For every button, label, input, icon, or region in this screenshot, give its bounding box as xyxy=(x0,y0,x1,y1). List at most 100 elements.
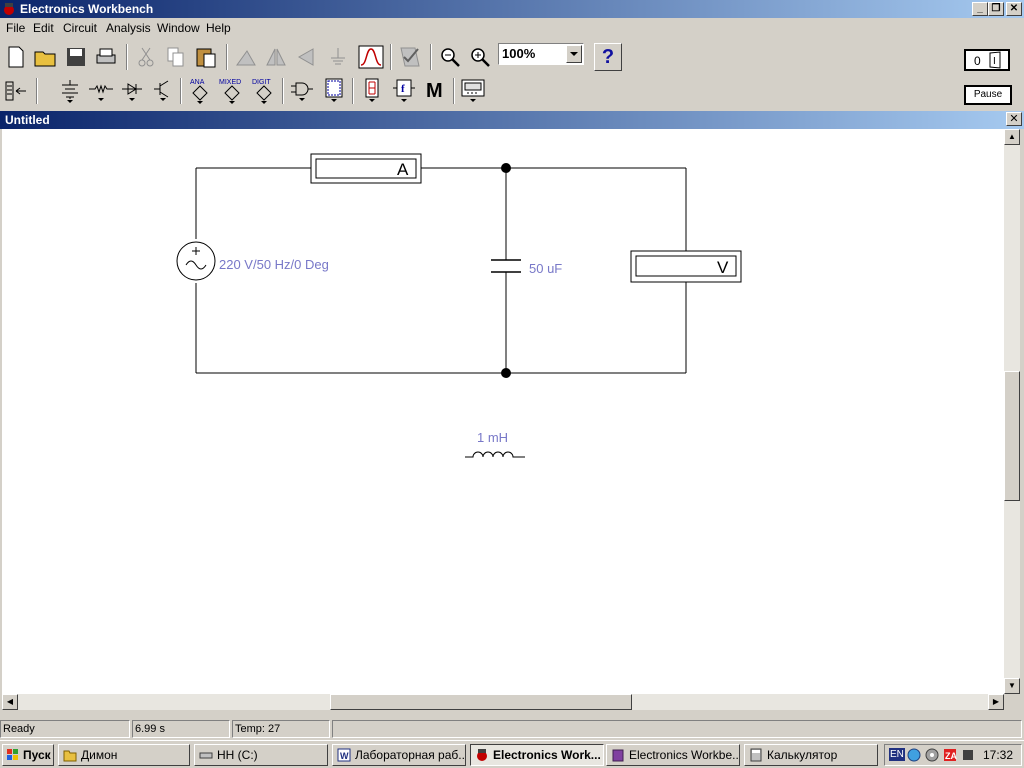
junction-bottom[interactable] xyxy=(501,368,511,378)
zoom-value: 100% xyxy=(502,46,536,61)
instruments-bin-button[interactable] xyxy=(459,76,487,106)
close-button[interactable]: ✕ xyxy=(1006,2,1022,16)
print-button[interactable] xyxy=(92,42,120,72)
security-icon[interactable] xyxy=(961,748,975,762)
zoom-select[interactable]: 100% xyxy=(498,43,584,65)
copy-icon xyxy=(167,47,184,67)
start-button[interactable]: Пуск xyxy=(2,744,54,766)
minimize-button[interactable]: _ xyxy=(972,2,988,16)
pause-button[interactable]: Pause xyxy=(964,85,1012,105)
task-electronics-workbench-help[interactable]: Electronics Workbe... xyxy=(606,744,740,766)
status-state: Ready xyxy=(0,720,130,738)
new-button[interactable] xyxy=(2,42,30,72)
scroll-right-button[interactable]: ▶ xyxy=(988,694,1004,710)
transistors-bin-button[interactable] xyxy=(149,76,177,106)
ac-voltage-source[interactable] xyxy=(176,241,216,281)
diodes-bin-button[interactable] xyxy=(118,76,146,106)
menu-file[interactable]: File xyxy=(6,21,25,35)
flip-vertical-button[interactable] xyxy=(292,42,320,72)
folder-icon xyxy=(63,750,77,762)
sources-bin-button[interactable] xyxy=(56,76,84,106)
rotate-button[interactable] xyxy=(232,42,260,72)
help-button[interactable]: ? xyxy=(594,43,622,71)
logic-gates-bin-button[interactable] xyxy=(288,76,316,106)
paste-button[interactable] xyxy=(192,42,220,72)
flip-horizontal-button[interactable] xyxy=(262,42,290,72)
component-properties-button[interactable] xyxy=(396,42,424,72)
function-bin-label: f xyxy=(401,83,405,95)
voltmeter-label: V xyxy=(717,258,729,277)
firewall-icon[interactable]: ZA xyxy=(943,748,957,762)
status-extra xyxy=(332,720,1022,738)
menu-circuit[interactable]: Circuit xyxy=(63,21,97,35)
menu-analysis[interactable]: Analysis xyxy=(106,21,151,35)
zoom-dropdown-arrow[interactable] xyxy=(566,45,582,63)
scroll-down-button[interactable]: ▼ xyxy=(1004,678,1020,694)
miscellaneous-bin-button[interactable]: M xyxy=(421,76,449,106)
calculator-icon xyxy=(750,748,762,762)
controls-bin-button[interactable]: f xyxy=(390,76,418,106)
open-folder-icon xyxy=(34,51,56,67)
network-icon[interactable] xyxy=(907,748,921,762)
restore-button[interactable]: ❐ xyxy=(988,2,1004,16)
toolbar-separator xyxy=(390,44,392,70)
document-close-button[interactable]: ✕ xyxy=(1006,112,1022,126)
function-block-icon: f xyxy=(393,79,415,102)
subcircuit-button[interactable] xyxy=(324,42,352,72)
svg-text:W: W xyxy=(340,751,349,761)
digital-bin-button[interactable] xyxy=(320,76,348,106)
task-label: Димон xyxy=(81,748,118,762)
junction-top[interactable] xyxy=(501,163,511,173)
horizontal-scroll-thumb[interactable] xyxy=(330,694,632,710)
menu-edit[interactable]: Edit xyxy=(33,21,54,35)
power-switch-icon: 0 I xyxy=(967,51,1001,69)
task-word-document[interactable]: W Лабораторная раб... xyxy=(332,744,466,766)
horizontal-scrollbar[interactable]: ◀ ▶ xyxy=(2,694,1004,710)
paste-icon xyxy=(196,48,216,68)
circuit-canvas[interactable]: A 220 V/50 Hz/0 Deg 50 uF V 1 mH xyxy=(2,129,1004,694)
ewb-icon xyxy=(477,749,487,761)
task-drive-c[interactable]: HH (C:) xyxy=(194,744,328,766)
disc-icon[interactable] xyxy=(925,748,939,762)
printer-icon xyxy=(96,48,116,64)
copy-button[interactable] xyxy=(162,42,190,72)
capacitor[interactable] xyxy=(491,259,521,273)
misc-bin-label: M xyxy=(426,80,443,102)
task-electronics-workbench-active[interactable]: Electronics Work... xyxy=(470,744,604,766)
zoom-in-icon xyxy=(471,48,490,67)
power-switch[interactable]: 0 I xyxy=(964,49,1010,71)
transistor-icon xyxy=(154,80,169,101)
zoom-out-button[interactable] xyxy=(436,42,464,72)
digital-ics-bin-button[interactable]: DIGIT xyxy=(250,76,278,106)
analog-ics-bin-button[interactable]: ANA xyxy=(186,76,214,106)
status-bar: Ready 6.99 s Temp: 27 xyxy=(0,719,1024,739)
zoom-in-button[interactable] xyxy=(466,42,494,72)
scissors-icon xyxy=(138,47,154,67)
book-icon xyxy=(612,749,624,762)
task-calculator[interactable]: Калькулятор xyxy=(744,744,878,766)
vertical-scroll-thumb[interactable] xyxy=(1004,371,1020,501)
mixed-ics-bin-button[interactable]: MIXED xyxy=(218,76,246,106)
basic-bin-button[interactable] xyxy=(87,76,115,106)
graph-button[interactable] xyxy=(357,42,385,72)
document-title: Untitled xyxy=(5,113,50,127)
vertical-scrollbar[interactable]: ▲ ▼ xyxy=(1004,129,1020,694)
parts-bin-toggle-button[interactable] xyxy=(2,76,30,106)
flip-horizontal-icon xyxy=(266,48,286,66)
scroll-left-button[interactable]: ◀ xyxy=(2,694,18,710)
ewb-app-icon xyxy=(4,3,14,15)
ammeter[interactable]: A xyxy=(310,153,422,184)
menu-window[interactable]: Window xyxy=(157,21,200,35)
language-indicator[interactable]: EN xyxy=(889,748,905,761)
cut-button[interactable] xyxy=(132,42,160,72)
open-button[interactable] xyxy=(32,42,60,72)
inductor[interactable] xyxy=(465,451,525,458)
mixed-ic-icon: MIXED xyxy=(219,79,241,104)
status-time: 6.99 s xyxy=(132,720,230,738)
indicators-bin-button[interactable] xyxy=(358,76,386,106)
voltmeter[interactable]: V xyxy=(630,250,742,283)
save-button[interactable] xyxy=(62,42,90,72)
scroll-up-button[interactable]: ▲ xyxy=(1004,129,1020,145)
task-folder-dimon[interactable]: Димон xyxy=(58,744,190,766)
menu-help[interactable]: Help xyxy=(206,21,231,35)
